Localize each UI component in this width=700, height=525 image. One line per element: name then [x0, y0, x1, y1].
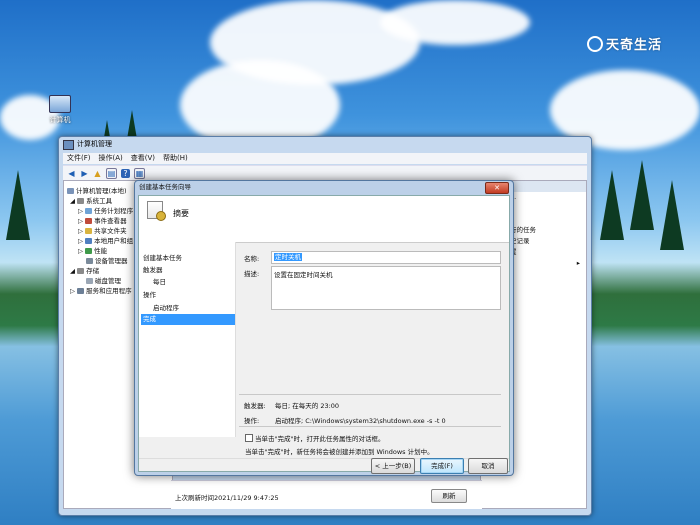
tree-item-task-scheduler[interactable]: ▷ 任务计划程序: [78, 205, 133, 215]
forward-arrow-icon[interactable]: ▶: [80, 169, 89, 178]
shared-folder-icon: [85, 228, 93, 234]
finish-info-text: 当单击"完成"时，新任务将会被创建并添加到 Windows 计划中。: [245, 448, 434, 456]
tree-item-system-tools[interactable]: ◢ 系统工具: [70, 195, 112, 205]
menu-help[interactable]: 帮助(H): [163, 153, 188, 164]
menu-bar: 文件(F) 操作(A) 查看(V) 帮助(H): [63, 153, 587, 164]
step-trigger[interactable]: 触发器: [143, 264, 163, 274]
show-hide-tree-icon[interactable]: ▤: [106, 167, 117, 179]
menu-action[interactable]: 操作(A): [99, 153, 123, 164]
up-folder-icon[interactable]: ▲: [93, 169, 102, 178]
tree-item-local-users-groups[interactable]: ▷ 本地用户和组: [78, 235, 133, 245]
name-label: 名称:: [244, 255, 260, 263]
action-value: 启动程序; C:\Windows\system32\shutdown.exe -…: [275, 417, 446, 425]
open-properties-checkbox[interactable]: [245, 434, 253, 442]
action-label: 操作:: [244, 417, 260, 425]
step-action[interactable]: 操作: [143, 289, 156, 299]
last-refresh-text: 上次刷新时间2021/11/29 9:47:25: [175, 494, 279, 502]
cloud: [380, 0, 530, 45]
task-summary-icon: [147, 201, 166, 221]
wizard-steps: 创建基本任务 触发器 每日 操作 启动程序 完成: [139, 242, 236, 437]
menu-file[interactable]: 文件(F): [67, 153, 91, 164]
app-icon: [63, 140, 74, 150]
window-title: 计算机管理: [77, 140, 112, 148]
tree-item-event-viewer[interactable]: ▷ 事件查看器: [78, 215, 127, 225]
tree: [660, 180, 684, 250]
status-bar: 上次刷新时间2021/11/29 9:47:25 刷新: [171, 480, 482, 509]
computer-management-icon: [67, 188, 74, 194]
tree-item-disk-management[interactable]: 磁盘管理: [86, 275, 121, 285]
step-daily[interactable]: 每日: [153, 276, 166, 286]
disk-management-icon: [86, 278, 93, 284]
divider: [239, 426, 501, 427]
cancel-button[interactable]: 取消: [468, 458, 508, 474]
properties-icon[interactable]: ▦: [134, 167, 145, 179]
description-label: 描述:: [244, 270, 260, 278]
step-create-basic-task[interactable]: 创建基本任务: [143, 252, 182, 262]
storage-icon: [77, 268, 85, 274]
create-basic-task-wizard[interactable]: 创建基本任务向导 ✕ 摘要 创建基本任务 触发器 每日 操作 启动程序 完成 名…: [134, 180, 514, 476]
task-scheduler-icon: [85, 208, 93, 214]
step-start-program[interactable]: 启动程序: [153, 302, 179, 312]
wizard-titlebar[interactable]: 创建基本任务向导: [135, 181, 513, 194]
tree-item-storage[interactable]: ◢ 存储: [70, 265, 99, 275]
wizard-body: 摘要 创建基本任务 触发器 每日 操作 启动程序 完成 名称: 定时关机 描述:…: [138, 195, 510, 474]
help-icon[interactable]: ?: [121, 168, 130, 178]
event-viewer-icon: [85, 218, 93, 224]
wizard-header: 摘要: [139, 196, 509, 243]
tree-item-device-manager[interactable]: 设备管理器: [86, 255, 128, 265]
description-field[interactable]: 设置在固定时间关机: [271, 266, 501, 310]
tree-item-shared-folders[interactable]: ▷ 共享文件夹: [78, 225, 127, 235]
back-button[interactable]: < 上一步(B): [371, 458, 415, 474]
computer-icon: [49, 95, 71, 113]
watermark-icon: [586, 36, 603, 52]
refresh-button[interactable]: 刷新: [431, 489, 467, 503]
menu-view[interactable]: 查看(V): [131, 153, 155, 164]
device-manager-icon: [86, 258, 93, 264]
close-icon[interactable]: ✕: [485, 182, 509, 194]
system-tools-icon: [77, 198, 85, 204]
users-icon: [85, 238, 93, 244]
wizard-title: 创建基本任务向导: [139, 183, 191, 191]
step-finish[interactable]: 完成: [141, 314, 235, 325]
tree-item-services-applications[interactable]: ▷ 服务和应用程序: [70, 285, 132, 295]
trigger-label: 触发器:: [244, 402, 266, 410]
tree: [600, 170, 624, 240]
wizard-header-title: 摘要: [173, 209, 189, 218]
tree: [6, 170, 30, 240]
window-titlebar[interactable]: 计算机管理: [59, 137, 591, 152]
desktop-icon-computer[interactable]: 计算机: [40, 95, 80, 125]
trigger-value: 每日; 在每天的 23:00: [275, 402, 340, 410]
services-icon: [77, 288, 85, 294]
tree-item-performance[interactable]: ▷ 性能: [78, 245, 107, 255]
finish-button[interactable]: 完成(F): [420, 458, 464, 474]
divider: [239, 394, 501, 395]
tree: [630, 160, 654, 230]
toolbar: ◀ ▶ ▲ ▤ ? ▦: [63, 165, 587, 180]
tree-item-computer-management[interactable]: 计算机管理(本地): [67, 185, 127, 195]
name-field[interactable]: 定时关机: [271, 251, 501, 264]
performance-icon: [85, 248, 93, 254]
back-arrow-icon[interactable]: ◀: [67, 169, 76, 178]
open-properties-label: 当单击"完成"时，打开此任务属性的对话框。: [255, 435, 385, 443]
watermark: 天奇生活: [586, 34, 662, 53]
